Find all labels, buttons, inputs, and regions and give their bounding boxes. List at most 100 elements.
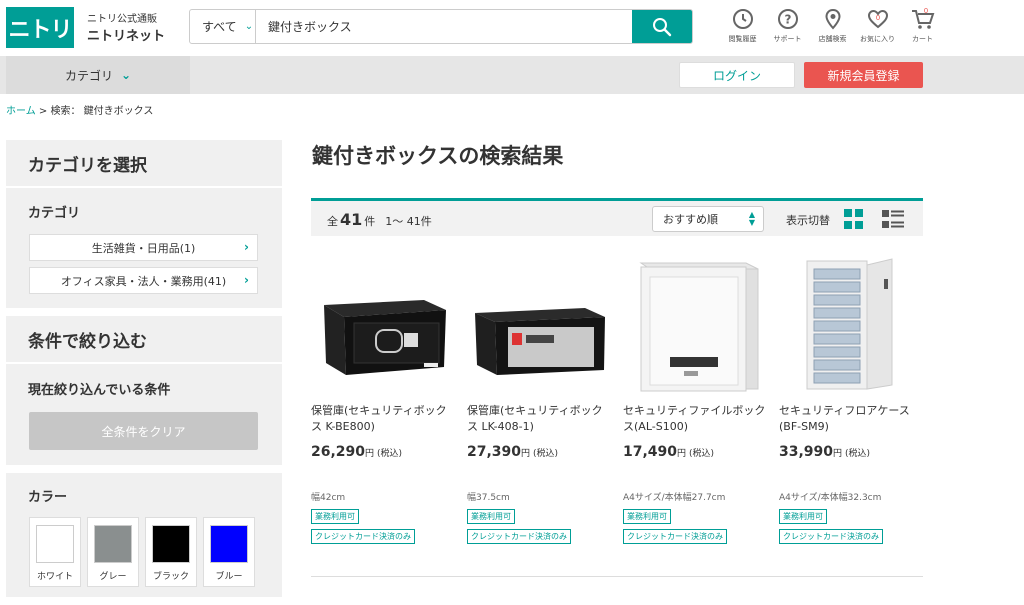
product-image[interactable] xyxy=(467,255,612,395)
color-swatch-blue[interactable]: ブルー xyxy=(203,517,255,587)
product-name[interactable]: セキュリティファイルボックス(AL-S100) xyxy=(623,403,768,435)
product-price: 17,490円 (税込) xyxy=(623,444,768,460)
product-image[interactable] xyxy=(779,255,924,395)
history-link[interactable]: 閲覧履歴 xyxy=(720,6,765,44)
cart-link[interactable]: 0 カート xyxy=(900,6,945,44)
product-size: A4サイズ/本体幅32.3cm xyxy=(779,493,882,503)
store-search-label: 店舗検索 xyxy=(818,35,847,43)
product-image[interactable] xyxy=(311,255,456,395)
favorites-link[interactable]: 0 お気に入り xyxy=(855,6,900,44)
price-value: 33,990 xyxy=(779,444,834,460)
color-swatch-label: ホワイト xyxy=(36,572,73,582)
list-view-icon[interactable] xyxy=(882,209,904,229)
favorite-count: 0 xyxy=(875,14,879,22)
chevron-down-icon: ⌄ xyxy=(244,21,254,32)
color-swatches: ホワイト グレー ブラック ブルー xyxy=(6,517,282,597)
product-name[interactable]: セキュリティフロアケース(BF-SM9) xyxy=(779,403,924,435)
price-yen: 円 xyxy=(833,449,843,459)
category-item-label: 生活雑貨・日用品(1) xyxy=(91,241,196,255)
search-icon xyxy=(653,17,672,36)
search-input[interactable] xyxy=(268,10,628,43)
sort-updown-icon: ▲ ▼ xyxy=(748,210,755,227)
filter-block: 条件で絞り込む 現在絞り込んでいる条件 全条件をクリア xyxy=(6,316,282,465)
category-label: カテゴリ xyxy=(28,205,81,221)
product-name[interactable]: 保管庫(セキュリティボックス K-BE800) xyxy=(311,403,456,435)
price-tax: (税込) xyxy=(533,449,559,459)
header-icon-bar: 閲覧履歴 ? サポート 店舗検索 0 お気に入り 0 カート xyxy=(720,6,945,44)
category-select-block: カテゴリを選択 カテゴリ 生活雑貨・日用品(1) › オフィス家具・法人・業務用… xyxy=(6,140,282,308)
clear-all-button[interactable]: 全条件をクリア xyxy=(29,412,258,450)
results-toolbar: 全 41 件 1～ 41件 おすすめ順 ▲ ▼ 表示切替 xyxy=(311,198,923,236)
category-menu-button[interactable]: カテゴリ ⌄ xyxy=(6,56,190,94)
logo-subtitle: ニトリ公式通販 xyxy=(87,14,157,25)
breadcrumb-home[interactable]: ホーム xyxy=(6,106,36,117)
history-icon xyxy=(732,9,753,29)
price-tax: (税込) xyxy=(845,449,871,459)
credit-card-only-tag: クレジットカード決済のみ xyxy=(467,529,571,544)
chevron-right-icon: › xyxy=(244,240,249,254)
login-button[interactable]: ログイン xyxy=(679,62,795,88)
product-card[interactable]: セキュリティファイルボックス(AL-S100) 17,490円 (税込) A4サイ… xyxy=(623,255,768,544)
credit-card-only-tag: クレジットカード決済のみ xyxy=(311,529,415,544)
support-label: サポート xyxy=(773,35,802,43)
chevron-right-icon: › xyxy=(244,273,249,287)
product-image[interactable] xyxy=(623,255,768,395)
store-search-link[interactable]: 店舗検索 xyxy=(810,6,855,44)
search-bar: すべて ⌄ xyxy=(189,9,693,44)
category-select-title: カテゴリを選択 xyxy=(6,140,282,188)
filter-sidebar: カテゴリを選択 カテゴリ 生活雑貨・日用品(1) › オフィス家具・法人・業務用… xyxy=(6,140,282,605)
current-filter-label: 現在絞り込んでいる条件 xyxy=(28,382,171,398)
business-use-tag: 業務利用可 xyxy=(467,509,515,524)
price-yen: 円 xyxy=(677,449,687,459)
svg-text:?: ? xyxy=(784,13,791,27)
product-size: 幅37.5cm xyxy=(467,493,510,503)
price-value: 26,290 xyxy=(311,444,366,460)
product-card[interactable]: 保管庫(セキュリティボックス LK-408-1) 27,390円 (税込) 幅37… xyxy=(467,255,612,544)
color-swatch-white[interactable]: ホワイト xyxy=(29,517,81,587)
chevron-down-icon: ⌄ xyxy=(120,68,132,82)
price-value: 17,490 xyxy=(623,444,678,460)
category-item-daily-goods[interactable]: 生活雑貨・日用品(1) › xyxy=(29,234,258,261)
page-title: 鍵付きボックスの検索結果 xyxy=(312,144,564,168)
register-button[interactable]: 新規会員登録 xyxy=(804,62,923,88)
category-item-office[interactable]: オフィス家具・法人・業務用(41) › xyxy=(29,267,258,294)
credit-card-only-tag: クレジットカード決済のみ xyxy=(623,529,727,544)
color-swatch-label: グレー xyxy=(99,572,127,582)
sort-value: おすすめ順 xyxy=(663,213,718,226)
price-yen: 円 xyxy=(521,449,531,459)
cart-label: カート xyxy=(912,35,933,43)
grid-view-icon[interactable] xyxy=(844,209,864,229)
breadcrumb-separator: > xyxy=(38,106,48,117)
product-price: 27,390円 (税込) xyxy=(467,444,612,460)
product-card[interactable]: セキュリティフロアケース(BF-SM9) 33,990円 (税込) A4サイズ/本… xyxy=(779,255,924,544)
history-label: 閲覧履歴 xyxy=(728,35,757,43)
logo-title[interactable]: ニトリネット xyxy=(87,25,165,44)
color-swatch-label: ブルー xyxy=(215,572,243,582)
color-swatch-black[interactable]: ブラック xyxy=(145,517,197,587)
product-name[interactable]: 保管庫(セキュリティボックス LK-408-1) xyxy=(467,403,612,435)
product-price: 33,990円 (税込) xyxy=(779,444,924,460)
cart-icon: 0 xyxy=(911,7,934,29)
color-swatch-gray[interactable]: グレー xyxy=(87,517,139,587)
business-use-tag: 業務利用可 xyxy=(623,509,671,524)
color-swatch-label: ブラック xyxy=(152,572,189,582)
product-card[interactable]: 保管庫(セキュリティボックス K-BE800) 26,290円 (税込) 幅42c… xyxy=(311,255,456,544)
category-item-label: オフィス家具・法人・業務用(41) xyxy=(60,274,227,288)
search-scope-select[interactable]: すべて ⌄ xyxy=(190,10,256,43)
business-use-tag: 業務利用可 xyxy=(779,509,827,524)
product-size: A4サイズ/本体幅27.7cm xyxy=(623,493,726,503)
color-chip xyxy=(210,525,248,563)
business-use-tag: 業務利用可 xyxy=(311,509,359,524)
price-tax: (税込) xyxy=(377,449,403,459)
filter-title: 条件で絞り込む xyxy=(6,316,282,364)
search-button[interactable] xyxy=(632,10,692,43)
nitori-logo[interactable]: ニトリ xyxy=(6,7,74,48)
color-filter-block: カラー ホワイト グレー ブラック ブルー xyxy=(6,473,282,597)
total-prefix: 全 xyxy=(327,215,338,228)
support-link[interactable]: ? サポート xyxy=(765,6,810,44)
product-price: 26,290円 (税込) xyxy=(311,444,456,460)
total-count: 41 xyxy=(340,210,363,229)
cart-count: 0 xyxy=(923,7,927,15)
sort-select[interactable]: おすすめ順 ▲ ▼ xyxy=(652,206,764,232)
price-yen: 円 xyxy=(365,449,375,459)
